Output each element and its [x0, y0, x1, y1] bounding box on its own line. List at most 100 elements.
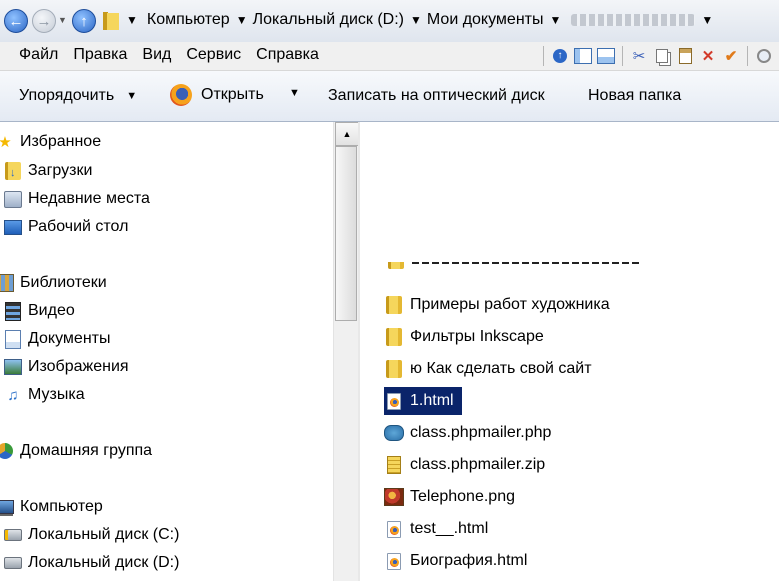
list-item-partially-hidden[interactable] [388, 262, 658, 278]
list-item-file[interactable]: Биография.html [384, 547, 535, 575]
list-item-file[interactable]: class.phpmailer.php [384, 419, 559, 447]
nav-label: Документы [28, 330, 111, 347]
forward-arrow-icon: → [36, 12, 52, 30]
nav-downloads[interactable]: ↓ Загрузки [4, 162, 92, 180]
obscured-file-name [412, 262, 642, 264]
breadcrumb-computer[interactable]: Компьютер ▼ [147, 11, 253, 29]
nav-disk-d[interactable]: Локальный диск (D:) [4, 554, 179, 572]
nav-disk-c[interactable]: Локальный диск (C:) [4, 526, 179, 544]
paste-icon[interactable] [675, 46, 695, 66]
copy-icon[interactable] [652, 46, 672, 66]
search-magnifier-icon[interactable] [754, 46, 774, 66]
organize-button[interactable]: Упорядочить ▼ [19, 87, 137, 105]
list-item-file[interactable]: Telephone.png [384, 483, 523, 511]
nav-label: Изображения [28, 358, 129, 375]
new-folder-button[interactable]: Новая папка [588, 87, 681, 105]
menu-edit[interactable]: Правка [72, 46, 128, 64]
command-bar: Упорядочить ▼ Открыть ▼ Записать на опти… [0, 71, 779, 122]
video-library-icon [4, 301, 22, 321]
list-item-folder[interactable]: Фильтры Inkscape [384, 323, 552, 351]
file-name: 1.html [410, 392, 454, 409]
firefox-icon [170, 84, 192, 106]
address-dropdown-icon[interactable]: ▼ [701, 13, 713, 27]
folder-icon [384, 327, 404, 347]
nav-music[interactable]: ♫ Музыка [4, 386, 85, 404]
breadcrumb-label: Компьютер [146, 11, 230, 28]
nav-label: Домашняя группа [20, 442, 153, 459]
breadcrumb-arrow-icon[interactable]: ▼ [550, 13, 562, 27]
breadcrumb-root-arrow-icon[interactable]: ▼ [126, 13, 138, 27]
nav-label: Видео [28, 302, 75, 319]
libraries-icon [0, 274, 14, 292]
nav-images[interactable]: Изображения [4, 358, 129, 376]
nav-label: Компьютер [20, 498, 103, 515]
properties-check-icon[interactable]: ✔ [721, 46, 741, 66]
list-item-folder[interactable]: ю Как сделать свой сайт [384, 355, 600, 383]
scrollbar-thumb[interactable] [335, 146, 357, 321]
downloads-folder-icon: ↓ [4, 162, 22, 180]
breadcrumb-disk-d[interactable]: Локальный диск (D:) ▼ [253, 11, 427, 29]
nav-favorites[interactable]: ★ Избранное [0, 133, 101, 151]
php-file-icon [384, 423, 404, 443]
breadcrumb-my-documents[interactable]: Мои документы ▼ [427, 11, 566, 29]
menu-help[interactable]: Справка [255, 46, 320, 64]
breadcrumb-arrow-icon[interactable]: ▼ [236, 13, 248, 27]
organize-label: Упорядочить [19, 87, 115, 104]
cut-icon[interactable]: ✂ [629, 46, 649, 66]
breadcrumb-label: Локальный диск (D:) [252, 11, 405, 28]
file-list: Примеры работ художника Фильтры Inkscape… [360, 122, 779, 581]
toolbar-separator [543, 46, 544, 66]
up-level-button[interactable]: ↑ [72, 9, 96, 33]
toolbar-separator [622, 46, 623, 66]
breadcrumb-arrow-icon[interactable]: ▼ [410, 13, 422, 27]
nav-recent-places[interactable]: Недавние места [4, 190, 150, 208]
open-button[interactable]: Открыть [170, 84, 264, 106]
navigation-pane: ★ Избранное ↓ Загрузки Недавние места Ра… [0, 122, 333, 581]
open-dropdown-button[interactable]: ▼ [283, 87, 300, 99]
drive-icon [4, 554, 22, 572]
view-details-icon[interactable] [573, 46, 593, 66]
firefox-html-file-icon [384, 391, 404, 411]
list-item-folder[interactable]: Примеры работ художника [384, 291, 618, 319]
menu-file[interactable]: Файл [18, 46, 59, 64]
images-library-icon [4, 358, 22, 376]
list-item-selected[interactable]: 1.html [384, 387, 462, 415]
address-bar: ← → ▼ ↑ ▼ Компьютер ▼ Локальный диск (D:… [0, 0, 779, 42]
menu-bar: Файл Правка Вид Сервис Справка ↑ ✂ ✕ ✔ [0, 42, 779, 71]
back-arrow-icon: ← [8, 12, 24, 30]
breadcrumb-label: Мои документы [426, 11, 544, 28]
folder-icon [384, 295, 404, 315]
nav-label: Локальный диск (D:) [28, 554, 180, 571]
nav-documents[interactable]: Документы [4, 329, 111, 349]
chevron-down-icon: ▼ [126, 90, 138, 102]
nav-label: Музыка [28, 386, 85, 403]
nav-libraries[interactable]: Библиотеки [0, 274, 107, 292]
breadcrumb: ▼ Компьютер ▼ Локальный диск (D:) ▼ Мои … [126, 11, 713, 29]
nav-homegroup[interactable]: Домашняя группа [0, 442, 152, 460]
up-arrow-icon[interactable]: ↑ [550, 46, 570, 66]
menu-view[interactable]: Вид [141, 46, 172, 64]
breadcrumb-obscured-segment[interactable] [571, 14, 696, 26]
computer-icon [0, 498, 14, 516]
scroll-up-button[interactable]: ▲ [335, 122, 359, 146]
nav-pane-scrollbar[interactable]: ▲ [333, 122, 359, 581]
nav-computer[interactable]: Компьютер [0, 498, 103, 516]
address-folder-icon [103, 10, 119, 30]
menu-tools[interactable]: Сервис [185, 46, 242, 64]
nav-desktop[interactable]: Рабочий стол [4, 218, 128, 236]
folder-icon [384, 359, 404, 379]
delete-icon[interactable]: ✕ [698, 46, 718, 66]
file-name: ю Как сделать свой сайт [410, 360, 592, 377]
forward-button[interactable]: → [32, 9, 56, 33]
view-preview-icon[interactable] [596, 46, 616, 66]
open-label: Открыть [201, 86, 264, 103]
file-name: Примеры работ художника [410, 296, 610, 313]
list-item-file[interactable]: test__.html [384, 515, 496, 543]
back-button[interactable]: ← [4, 9, 28, 33]
folder-icon [388, 262, 404, 269]
list-item-file[interactable]: class.phpmailer.zip [384, 451, 553, 479]
documents-library-icon [4, 329, 22, 349]
burn-disc-button[interactable]: Записать на оптический диск [328, 87, 545, 105]
history-dropdown-icon[interactable]: ▼ [58, 15, 67, 25]
nav-video[interactable]: Видео [4, 301, 75, 321]
